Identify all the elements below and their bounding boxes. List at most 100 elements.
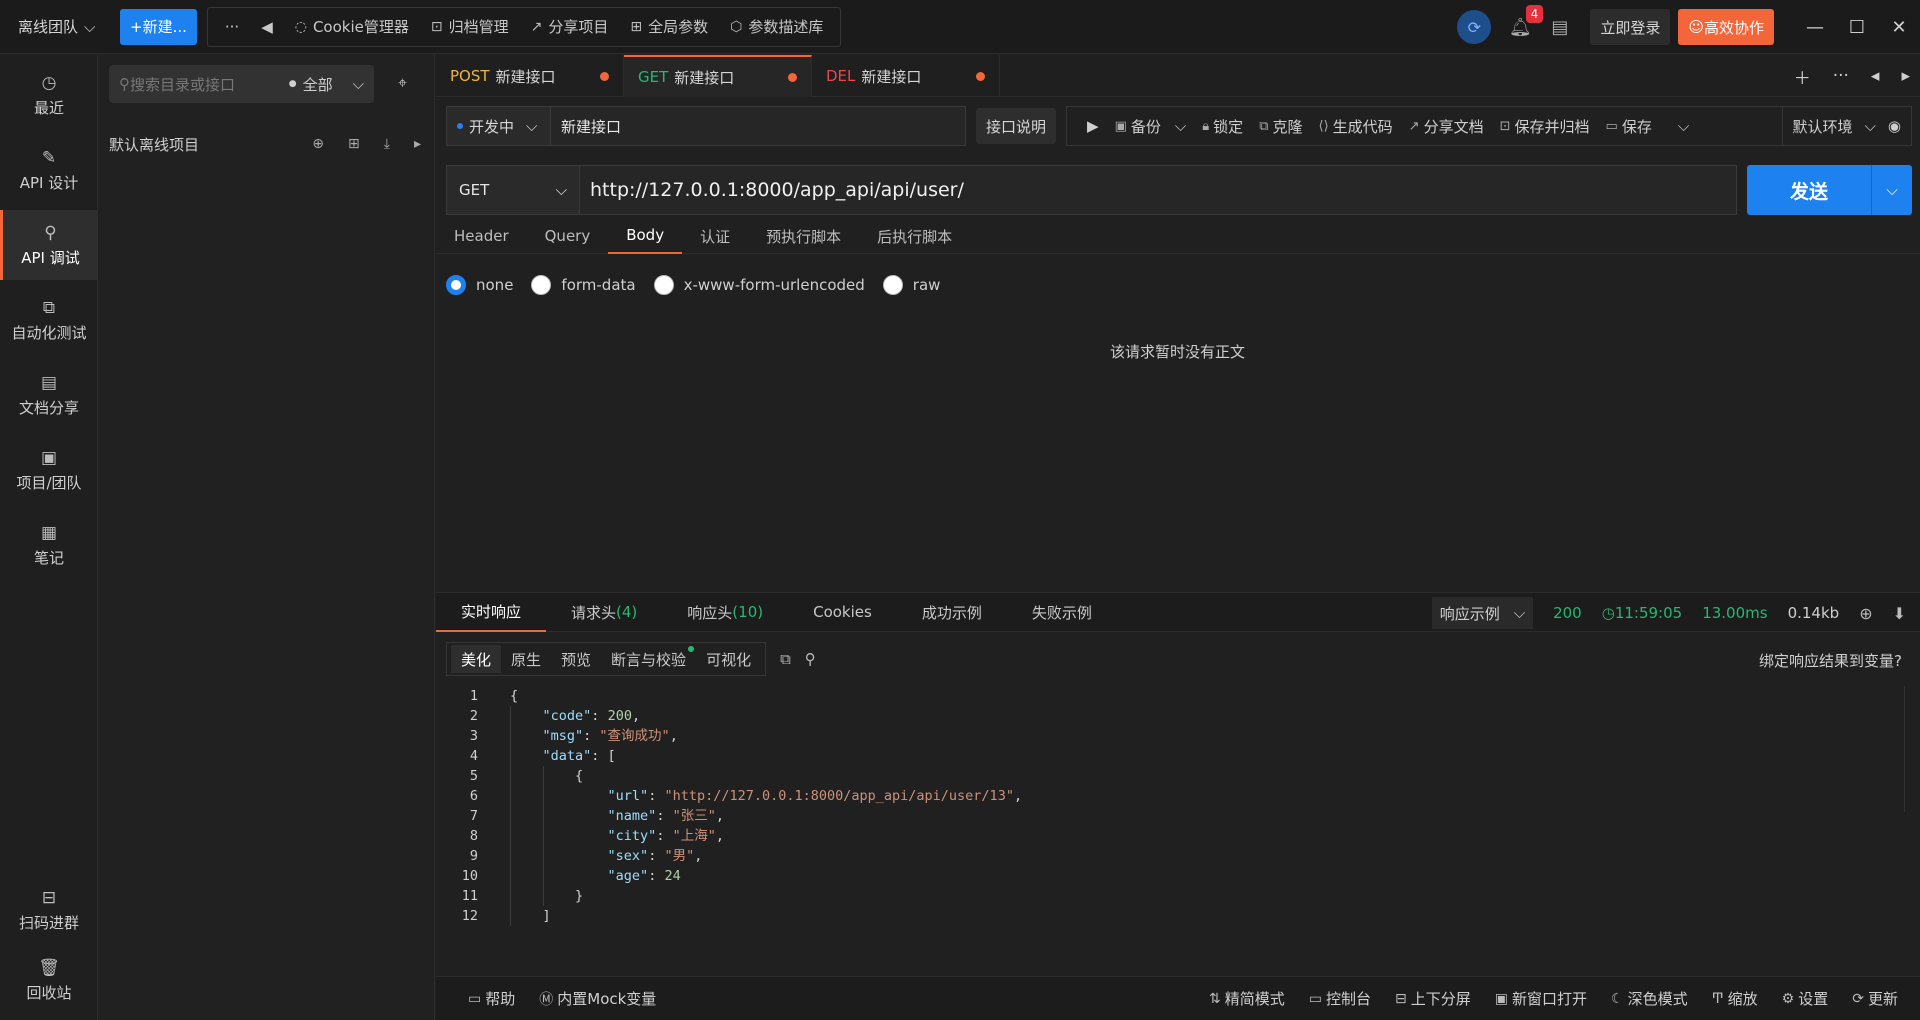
bell-icon[interactable]: 🔔︎ 4 xyxy=(1505,4,1544,38)
prev-tab-icon[interactable]: ◂ xyxy=(1871,66,1880,86)
view-pretty[interactable]: 美化 xyxy=(451,645,502,673)
search-input[interactable]: ⚲ 搜索目录或接口 ● 全部 ⌵ xyxy=(109,65,374,103)
eye-icon[interactable]: ◉ xyxy=(1888,117,1901,135)
rail-item-project-team[interactable]: ▣ 项目/团队 xyxy=(0,435,98,505)
lock-button[interactable]: 🔒︎ 锁定 xyxy=(1194,116,1251,137)
tab-response-headers[interactable]: 响应头 (10) xyxy=(662,592,788,632)
tab-success-example[interactable]: 成功示例 xyxy=(897,592,1007,632)
rail-item-api-design[interactable]: ✎ API 设计 xyxy=(0,135,98,205)
collapse-icon[interactable]: ◀ xyxy=(250,8,284,46)
tab-fail-example[interactable]: 失败示例 xyxy=(1007,592,1117,632)
mock-vars-button[interactable]: Ⓜ 内置Mock变量 xyxy=(527,988,668,1009)
share-project-button[interactable]: ↗ 分享项目 xyxy=(520,8,620,46)
project-item[interactable]: 默认离线项目 ⊕ ⊞ ⤓ ▸ xyxy=(109,129,425,159)
compact-mode-button[interactable]: ⇅ 精简模式 xyxy=(1197,988,1297,1009)
rail-item-doc-share[interactable]: ▤ 文档分享 xyxy=(0,360,98,430)
split-button[interactable]: ⊟ 上下分屏 xyxy=(1383,988,1483,1009)
tab-del[interactable]: DEL 新建接口 xyxy=(812,55,1000,97)
unsaved-dot xyxy=(600,71,609,81)
archive-button[interactable]: ⊡ 归档管理 xyxy=(420,8,520,46)
save-archive-button[interactable]: ⊡ 保存并归档 xyxy=(1492,116,1598,137)
zoom-button[interactable]: Ͳ 缩放 xyxy=(1700,988,1770,1009)
editor-scrollbar[interactable] xyxy=(1904,686,1918,812)
more-arrow-icon[interactable]: ▸ xyxy=(414,136,421,152)
save-menu-chevron-icon[interactable]: ⌵ xyxy=(1670,117,1697,135)
add-folder-icon[interactable]: ⊞ xyxy=(348,136,360,152)
method-select[interactable]: GET ⌵ xyxy=(446,165,580,215)
tab-auth[interactable]: 认证 xyxy=(682,218,748,254)
new-button[interactable]: +新建... xyxy=(120,8,197,45)
tab-cookies[interactable]: Cookies xyxy=(788,592,897,632)
rail-item-notes[interactable]: ▦ 笔记 xyxy=(0,510,98,580)
rail-item-trash[interactable]: 🗑︎ 回收站 xyxy=(0,945,98,1015)
bind-variable-link[interactable]: 绑定响应结果到变量? xyxy=(1759,650,1902,671)
api-desc-button[interactable]: 接口说明 xyxy=(976,108,1057,144)
locate-icon[interactable]: ⌖ xyxy=(398,73,407,93)
send-button[interactable]: 发送 xyxy=(1747,165,1872,215)
tab-get[interactable]: GET 新建接口 xyxy=(624,55,812,97)
settings-button[interactable]: ⚙ 设置 xyxy=(1770,988,1841,1009)
view-visualize[interactable]: 可视化 xyxy=(696,645,761,673)
console-button[interactable]: ▭ 控制台 xyxy=(1297,988,1383,1009)
global-params-button[interactable]: ⊞ 全局参数 xyxy=(619,8,719,46)
response-example-select[interactable]: 响应示例 ⌵ xyxy=(1431,597,1534,629)
note-icon[interactable]: ▤ xyxy=(1551,17,1568,38)
rail-item-recent[interactable]: ◷ 最近 xyxy=(0,60,98,130)
search-icon[interactable]: ⚲ xyxy=(805,650,816,668)
radio-none[interactable]: none xyxy=(446,275,513,295)
generate-code-button[interactable]: ⟨⟩ 生成代码 xyxy=(1311,116,1401,137)
update-button[interactable]: ⟳ 更新 xyxy=(1840,988,1910,1009)
view-raw[interactable]: 原生 xyxy=(501,645,551,673)
copy-icon[interactable]: ⧉ xyxy=(780,650,791,668)
response-code-editor[interactable]: 1{ 2 "code": 200, 3 "msg": "查询成功", 4 "da… xyxy=(436,686,1920,934)
team-selector[interactable]: 离线团队 ⌵ xyxy=(0,16,110,37)
clone-button[interactable]: ⧉ 克隆 xyxy=(1251,116,1310,137)
share-doc-button[interactable]: ↗ 分享文档 xyxy=(1401,116,1492,137)
tab-query[interactable]: Query xyxy=(527,218,609,254)
tab-pre-script[interactable]: 预执行脚本 xyxy=(748,218,859,254)
minimize-icon[interactable]: — xyxy=(1794,17,1836,38)
globe-icon[interactable]: ⊕ xyxy=(1859,604,1872,623)
import-icon[interactable]: ⤓ xyxy=(384,136,390,152)
maximize-icon[interactable]: ☐ xyxy=(1836,17,1878,38)
sync-icon[interactable]: ⟳ xyxy=(1457,10,1492,44)
api-name-input[interactable]: 新建接口 xyxy=(550,106,966,146)
radio-label: none xyxy=(476,276,514,294)
rail-item-scan-group[interactable]: ⊟ 扫码进群 xyxy=(0,875,98,945)
radio-raw[interactable]: raw xyxy=(882,275,940,295)
add-api-icon[interactable]: ⊕ xyxy=(312,136,324,152)
view-assert[interactable]: 断言与校验 xyxy=(601,645,696,673)
new-window-button[interactable]: ▣ 新窗口打开 xyxy=(1483,988,1599,1009)
add-tab-icon[interactable]: ＋ xyxy=(1794,64,1811,89)
dark-mode-button[interactable]: ☾ 深色模式 xyxy=(1599,988,1700,1009)
send-menu-chevron-icon[interactable]: ⌵ xyxy=(1872,165,1912,215)
more-button[interactable]: ··· xyxy=(214,8,250,46)
tab-body[interactable]: Body xyxy=(608,218,683,254)
backup-button[interactable]: ▣ 备份 ⌵ xyxy=(1107,116,1195,137)
close-icon[interactable]: ✕ xyxy=(1878,17,1920,38)
radio-urlencoded[interactable]: x-www-form-urlencoded xyxy=(653,275,865,295)
next-tab-icon[interactable]: ▸ xyxy=(1901,66,1910,86)
tab-live-response[interactable]: 实时响应 xyxy=(436,592,547,632)
rail-item-automation[interactable]: ⧉ 自动化测试 xyxy=(0,285,98,355)
scope-select[interactable]: ● 全部 ⌵ xyxy=(289,74,364,95)
tab-post[interactable]: POST 新建接口 xyxy=(436,55,624,97)
radio-form-data[interactable]: form-data xyxy=(531,275,636,295)
tab-post-script[interactable]: 后执行脚本 xyxy=(859,218,970,254)
download-icon[interactable]: ⬇ xyxy=(1893,604,1906,623)
rail-item-api-debug[interactable]: ⚲ API 调试 xyxy=(0,210,98,280)
param-library-button[interactable]: ⬡ 参数描述库 xyxy=(719,8,834,46)
tab-header[interactable]: Header xyxy=(436,218,527,254)
tab-request-headers[interactable]: 请求头 (4) xyxy=(546,592,662,632)
collab-button[interactable]: ☺ 高效协作 xyxy=(1678,9,1774,45)
status-select[interactable]: 开发中 ⌵ xyxy=(446,106,550,146)
view-preview[interactable]: 预览 xyxy=(551,645,601,673)
login-button[interactable]: 立即登录 xyxy=(1590,9,1671,45)
run-icon[interactable]: ▶ xyxy=(1079,117,1107,135)
cookie-manager-button[interactable]: ◌ Cookie管理器 xyxy=(284,8,420,46)
save-button[interactable]: ▭ 保存 xyxy=(1598,116,1660,137)
more-icon[interactable]: ··· xyxy=(1833,66,1849,86)
help-button[interactable]: ▭ 帮助 xyxy=(456,988,527,1009)
env-select[interactable]: 默认环境 ⌵ ◉ xyxy=(1781,107,1911,145)
url-input[interactable]: http://127.0.0.1:8000/app_api/api/user/ xyxy=(580,165,1737,215)
